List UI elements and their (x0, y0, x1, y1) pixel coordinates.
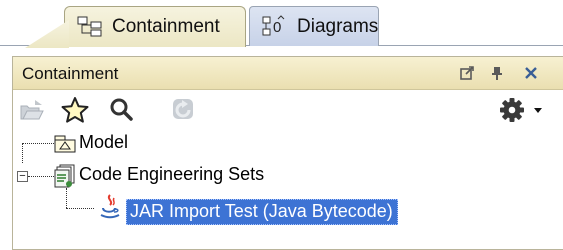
tab-strip: Containment 0 Diagrams (0, 0, 563, 47)
containment-tree-icon (77, 16, 103, 38)
open-folder-icon[interactable] (19, 96, 45, 124)
collapse-toggle[interactable]: − (17, 171, 28, 182)
java-icon (99, 194, 121, 220)
package-icon (54, 135, 76, 153)
tree-node-label-selected: JAR Import Test (Java Bytecode) (126, 199, 398, 225)
tree-connector (22, 143, 23, 163)
refresh-icon[interactable] (171, 96, 197, 124)
tree-node-label: Code Engineering Sets (79, 164, 265, 184)
pin-icon[interactable] (489, 65, 505, 81)
svg-text:0: 0 (273, 19, 281, 36)
panel-toolbar (13, 90, 563, 130)
tab-diagrams-label: Diagrams (297, 15, 379, 37)
code-engineering-set-icon (54, 164, 76, 188)
chevron-down-icon[interactable] (533, 96, 543, 124)
tab-containment[interactable]: Containment (64, 6, 246, 47)
tab-diagrams[interactable]: 0 Diagrams (249, 6, 379, 46)
containment-tree: Model − Code Engineering Sets JAR Import… (13, 132, 563, 249)
tab-containment-label: Containment (112, 16, 220, 37)
close-icon[interactable] (523, 65, 539, 81)
tree-node-label: Model (79, 132, 129, 152)
diagrams-icon: 0 (262, 14, 288, 39)
star-icon[interactable] (61, 96, 89, 124)
containment-panel: Containment Model − Code Engineering Set… (12, 56, 563, 250)
panel-title: Containment (22, 64, 119, 83)
tree-connector (22, 143, 54, 144)
search-icon[interactable] (109, 96, 133, 124)
panel-title-bar: Containment (13, 57, 563, 90)
tree-connector (28, 176, 54, 177)
float-icon[interactable] (459, 65, 475, 81)
gear-icon[interactable] (499, 96, 525, 124)
tree-connector (66, 188, 67, 208)
tree-connector (66, 208, 94, 209)
